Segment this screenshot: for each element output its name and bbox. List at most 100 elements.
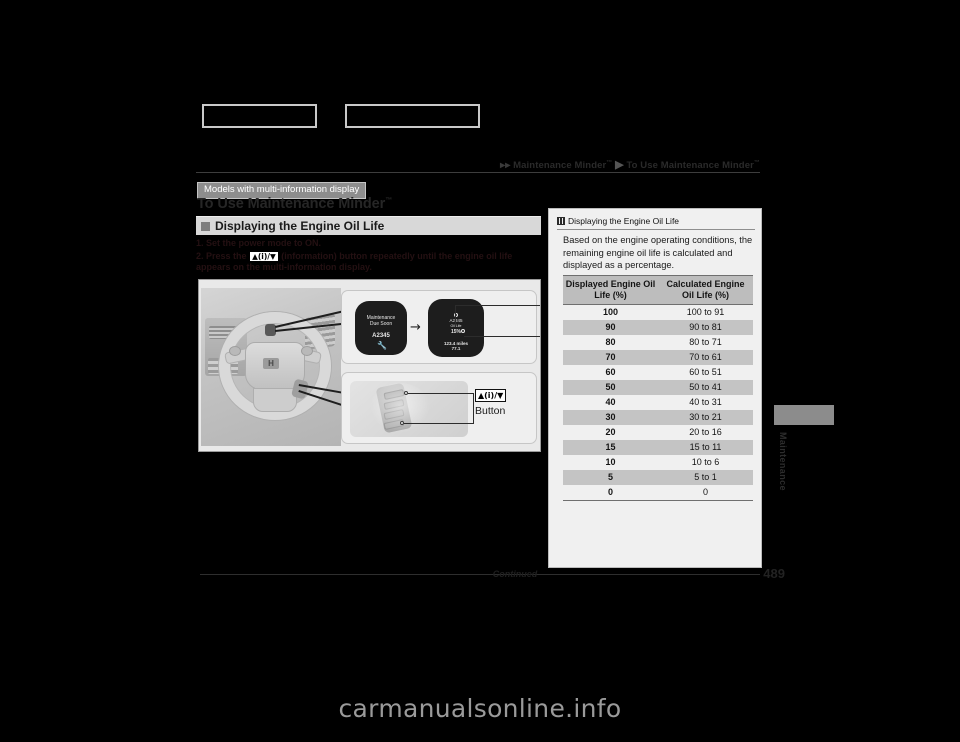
button-callout-card: ▲(i)/▼ Button	[341, 372, 537, 444]
cell-calculated: 80 to 71	[658, 335, 753, 350]
cell-displayed: 15	[563, 440, 658, 455]
breadcrumb-current: To Use Maintenance Minder	[626, 160, 754, 171]
display-after-trip2: 77.1	[451, 346, 461, 351]
footer-continued: Continued	[492, 569, 538, 579]
cell-calculated: 100 to 91	[658, 304, 753, 320]
illustration-panel: H Maintenance Due Soon A2345 🔧 → Oil Lif…	[198, 279, 541, 452]
cell-displayed: 0	[563, 485, 658, 501]
display-after-code: A2345	[428, 318, 484, 324]
table-row: 80 80 to 71	[563, 335, 753, 350]
column-header-displayed: Displayed Engine Oil Life (%)	[563, 275, 658, 305]
transition-arrow-icon: →	[410, 320, 421, 335]
cell-displayed: 40	[563, 395, 658, 410]
breadcrumb: ▸▸ Maintenance Minder™ ▶ To Use Maintena…	[430, 158, 760, 171]
table-row: 10 10 to 6	[563, 455, 753, 470]
cell-displayed: 80	[563, 335, 658, 350]
callout-line-button-bottom	[404, 423, 474, 424]
table-row: 70 70 to 61	[563, 350, 753, 365]
table-row: 60 60 to 51	[563, 365, 753, 380]
cell-displayed: 90	[563, 320, 658, 335]
step-1-text: Set the power mode to ON.	[206, 238, 322, 248]
callout-line-codes-vert	[455, 305, 456, 327]
callout-line-codes	[456, 305, 540, 306]
cell-calculated: 30 to 21	[658, 410, 753, 425]
steering-wheel-lower-spoke	[253, 388, 297, 412]
cell-calculated: 50 to 41	[658, 380, 753, 395]
breadcrumb-parent-tm: ™	[606, 159, 613, 166]
empty-box-left[interactable]	[202, 104, 317, 128]
cell-displayed: 30	[563, 410, 658, 425]
manual-page: ▸▸ Maintenance Minder™ ▶ To Use Maintena…	[0, 0, 960, 742]
display-before-line2: Due Soon	[369, 321, 393, 327]
table-body: 100 100 to 91 90 90 to 81 80 80 to 71 70…	[563, 304, 753, 501]
cell-calculated: 90 to 81	[658, 320, 753, 335]
cell-calculated: 20 to 16	[658, 425, 753, 440]
watermark: carmanualsonline.info	[338, 694, 622, 723]
section-tab-label: Maintenance	[778, 432, 788, 491]
note-divider	[557, 229, 755, 230]
cell-displayed: 60	[563, 365, 658, 380]
display-before: Maintenance Due Soon A2345 🔧	[355, 301, 407, 355]
callout-line-button-vert	[473, 393, 474, 423]
display-after-percent: 15%	[450, 329, 461, 335]
steering-control-right-icon	[301, 346, 313, 356]
cell-calculated: 0	[658, 485, 753, 501]
table-row: 100 100 to 91	[563, 304, 753, 320]
square-bullet-icon	[201, 221, 210, 231]
cell-calculated: 10 to 6	[658, 455, 753, 470]
table-row: 40 40 to 31	[563, 395, 753, 410]
callout-line-button-top	[408, 393, 474, 394]
page-title: To Use Maintenance Minder™	[197, 196, 392, 212]
note-header: Displaying the Engine Oil Life	[557, 216, 755, 226]
breadcrumb-parent: Maintenance Minder	[513, 160, 607, 171]
cell-displayed: 5	[563, 470, 658, 485]
empty-box-right[interactable]	[345, 104, 480, 128]
step-2-pre: Press the	[206, 250, 247, 261]
cell-displayed: 10	[563, 455, 658, 470]
cell-displayed: 50	[563, 380, 658, 395]
cell-calculated: 60 to 51	[658, 365, 753, 380]
callout-line-oil-life	[464, 336, 540, 337]
page-title-tm: ™	[385, 197, 393, 205]
instruction-step-1: 1. Set the power mode to ON.	[196, 238, 544, 250]
table-row: 90 90 to 81	[563, 320, 753, 335]
table-row: 50 50 to 41	[563, 380, 753, 395]
callout-label-button: Button	[475, 405, 506, 417]
note-body: Based on the engine operating conditions…	[563, 235, 753, 270]
info-button-chip-icon: ▲(i)/▼	[249, 250, 279, 262]
cell-calculated: 70 to 61	[658, 350, 753, 365]
highlight-ellipse	[370, 383, 430, 433]
breadcrumb-arrow-icon: ▸▸	[500, 160, 511, 171]
table-header-row: Displayed Engine Oil Life (%) Calculated…	[563, 275, 753, 305]
cell-calculated: 15 to 11	[658, 440, 753, 455]
dashboard-illustration: H	[201, 288, 341, 446]
note-title: Displaying the Engine Oil Life	[568, 216, 680, 226]
breadcrumb-separator-icon: ▶	[615, 159, 624, 171]
table-row: 20 20 to 16	[563, 425, 753, 440]
display-callout-card: Maintenance Due Soon A2345 🔧 → A2345 Oil…	[341, 290, 540, 364]
honda-emblem-icon: H	[263, 358, 279, 369]
display-before-code: A2345	[372, 333, 390, 339]
display-after: A2345 Oil Life 15% 123.4 miles 77.1	[428, 299, 484, 357]
callout-anchor-oil-life	[461, 329, 465, 333]
table-row: 15 15 to 11	[563, 440, 753, 455]
table-row: 30 30 to 21	[563, 410, 753, 425]
info-button-chip-icon-illustration: ▲(i)/▼	[475, 389, 507, 402]
cell-displayed: 70	[563, 350, 658, 365]
page-number: 489	[763, 566, 785, 581]
instruction-step-2: 2. Press the ▲(i)/▼ (information) button…	[196, 251, 544, 274]
steering-control-left-icon	[229, 346, 241, 356]
cell-displayed: 100	[563, 304, 658, 320]
breadcrumb-current-tm: ™	[753, 159, 760, 166]
section-title: Displaying the Engine Oil Life	[215, 219, 385, 233]
cell-calculated: 40 to 31	[658, 395, 753, 410]
table-row: 5 5 to 1	[563, 470, 753, 485]
note-panel: Displaying the Engine Oil Life Based on …	[548, 208, 762, 568]
column-header-calculated: Calculated Engine Oil Life (%)	[658, 275, 753, 305]
page-title-text: To Use Maintenance Minder	[197, 196, 386, 212]
step-1-number: 1.	[196, 238, 204, 248]
instruction-list: 1. Set the power mode to ON. 2. Press th…	[196, 238, 544, 275]
cell-calculated: 5 to 1	[658, 470, 753, 485]
display-after-oil-label: Oil Life	[450, 324, 462, 328]
section-tab-marker	[774, 405, 834, 425]
